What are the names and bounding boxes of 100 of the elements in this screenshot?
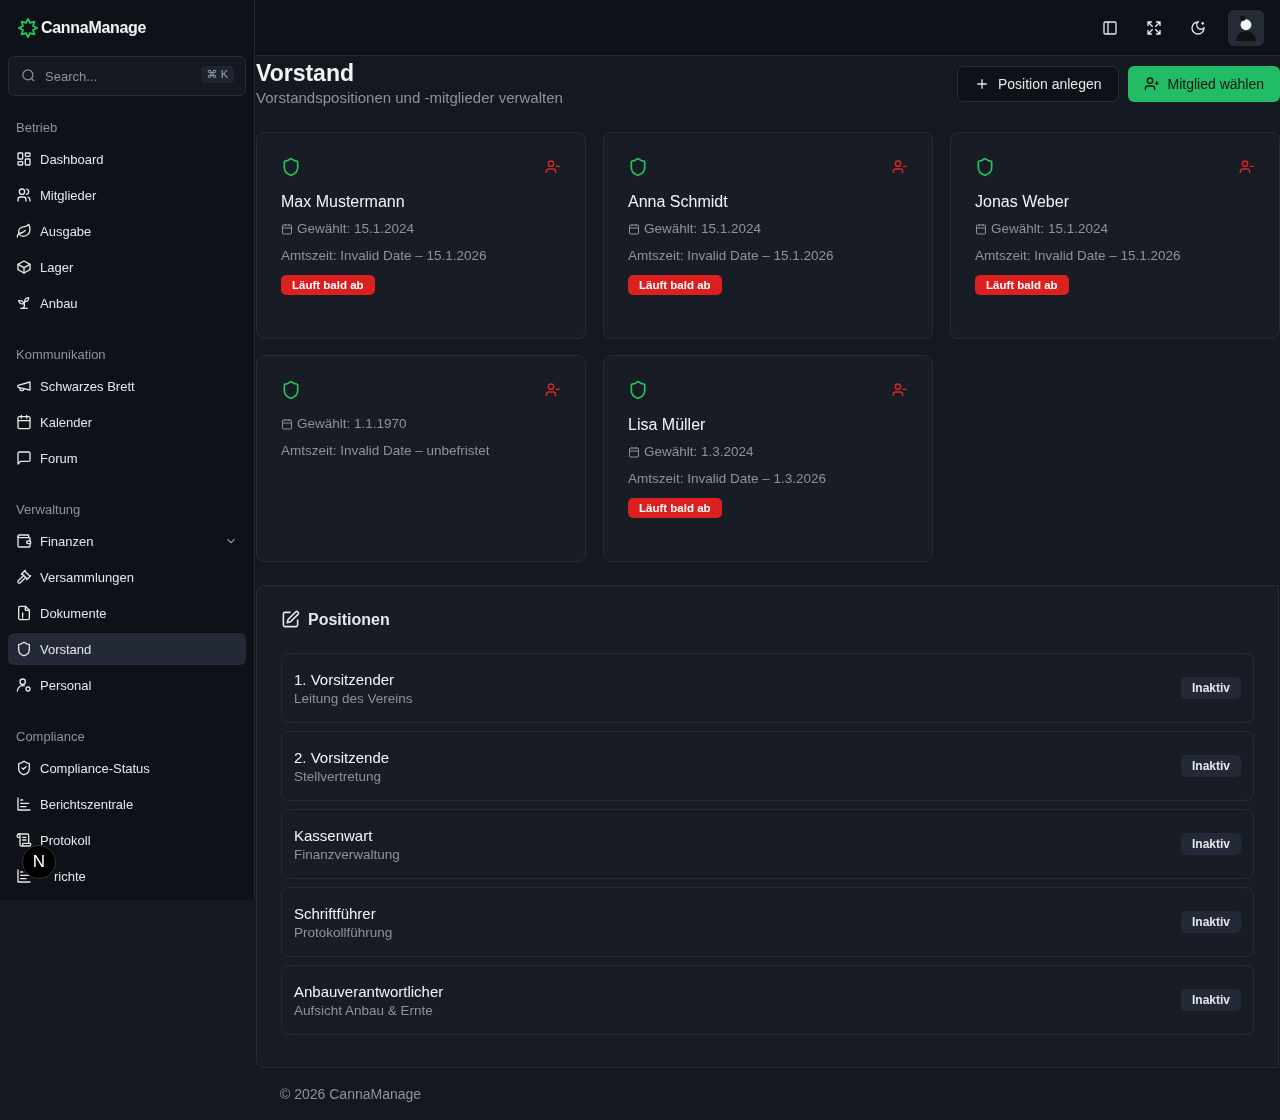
nav-section-title: Verwaltung: [15, 501, 82, 519]
elected-date: Gewählt: 15.1.2024: [991, 221, 1109, 236]
elected-date: Gewählt: 1.1.1970: [297, 416, 407, 431]
remove-user-icon[interactable]: [892, 382, 908, 398]
calendar-icon: [16, 414, 32, 430]
position-title: Schriftführer: [294, 904, 377, 922]
position-row[interactable]: Kassenwart Finanzverwaltung Inaktiv: [281, 809, 1254, 879]
elected-date: Gewählt: 15.1.2024: [297, 221, 415, 236]
shield-icon: [628, 157, 648, 177]
wallet-icon: [16, 533, 32, 549]
panel-title: Positionen: [308, 610, 390, 629]
chat-bubble-icon: [16, 450, 32, 466]
calendar-icon: [628, 222, 640, 235]
elected-date: Gewählt: 15.1.2024: [644, 221, 762, 236]
gavel-icon: [16, 569, 32, 585]
nav-item[interactable]: Lager: [8, 251, 246, 283]
position-title: 2. Vorsitzende: [294, 748, 390, 766]
page-title: Vorstand: [256, 60, 355, 87]
position-row[interactable]: Anbauverantwortlicher Aufsicht Anbau & Ernte Inaktiv: [281, 965, 1254, 1035]
position-description: Aufsicht Anbau & Ernte: [294, 1002, 434, 1018]
expiring-badge: Läuft bald ab: [628, 275, 722, 295]
position-title: Kassenwart: [294, 826, 374, 844]
position-title: Anbauverantwortlicher: [294, 982, 444, 1000]
remove-user-icon[interactable]: [545, 159, 561, 175]
remove-user-icon[interactable]: [1239, 159, 1255, 175]
expiring-badge: Läuft bald ab: [975, 275, 1069, 295]
nav-item[interactable]: Vorstand: [8, 633, 246, 665]
box-icon: [16, 259, 32, 275]
position-description: Protokollführung: [294, 924, 393, 940]
megaphone-icon: [16, 378, 32, 394]
expiring-badge: Läuft bald ab: [281, 275, 375, 295]
term-text: Amtszeit: Invalid Date – unbefristet: [281, 443, 490, 458]
file-icon: [16, 605, 32, 621]
dev-tools-badge[interactable]: N: [22, 845, 56, 879]
member-name: Jonas Weber: [975, 193, 1069, 211]
status-badge: Inaktiv: [1181, 755, 1241, 777]
shield-icon: [16, 641, 32, 657]
member-name: Lisa Müller: [628, 416, 706, 434]
position-description: Leitung des Vereins: [294, 690, 413, 706]
remove-user-icon[interactable]: [892, 159, 908, 175]
sidebar-toggle-icon[interactable]: [1102, 19, 1118, 36]
status-badge: Inaktiv: [1181, 677, 1241, 699]
calendar-icon: [628, 445, 640, 458]
search-icon: [21, 68, 36, 83]
shield-icon: [628, 380, 648, 400]
nav-item[interactable]: Ausgabe: [8, 215, 246, 247]
position-row[interactable]: Schriftführer Protokollführung Inaktiv: [281, 887, 1254, 957]
nav-item[interactable]: Mitglieder: [8, 179, 246, 211]
nav-item[interactable]: richte: [54, 868, 86, 884]
nav-item[interactable]: Kalender: [8, 406, 246, 438]
calendar-icon: [281, 222, 293, 235]
app-name: CannaManage: [41, 19, 147, 37]
moon-icon[interactable]: [1190, 19, 1206, 36]
calendar-icon: [281, 417, 293, 430]
nav-item[interactable]: Berichtszentrale: [8, 788, 246, 820]
page-subtitle: Vorstandspositionen und -mitglieder verwalten: [256, 89, 563, 106]
status-badge: Inaktiv: [1181, 911, 1241, 933]
grid-icon: [16, 151, 32, 167]
footer-text: © 2026 CannaManage: [279, 1085, 423, 1104]
user-plus-icon: [1143, 76, 1160, 92]
shield-icon: [281, 157, 301, 177]
nav-item[interactable]: Schwarzes Brett: [8, 370, 246, 402]
chart-icon: [16, 796, 32, 812]
elected-date: Gewählt: 1.3.2024: [644, 444, 754, 459]
nav-item[interactable]: Dokumente: [8, 597, 246, 629]
remove-user-icon[interactable]: [545, 382, 561, 398]
shield-icon: [281, 380, 301, 400]
nav-section-title: Kommunikation: [15, 346, 107, 364]
position-description: Stellvertretung: [294, 768, 383, 784]
position-description: Finanzverwaltung: [294, 846, 400, 862]
nav-item[interactable]: Finanzen: [8, 525, 246, 557]
select-member-button[interactable]: Mitglied wählen: [1127, 66, 1280, 102]
user-avatar[interactable]: [1228, 9, 1264, 46]
term-text: Amtszeit: Invalid Date – 15.1.2026: [628, 248, 834, 263]
nav-item[interactable]: Versammlungen: [8, 561, 246, 593]
sprout-icon: [16, 295, 32, 311]
position-row[interactable]: 1. Vorsitzender Leitung des Vereins Inaktiv: [281, 653, 1254, 723]
position-title: 1. Vorsitzender: [294, 670, 396, 688]
nav-item[interactable]: Forum: [8, 442, 246, 474]
calendar-icon: [975, 222, 987, 235]
nav-section-title: Compliance: [15, 728, 86, 746]
shield-check-icon: [16, 760, 32, 776]
leaf-icon: [16, 223, 32, 239]
shield-icon: [975, 157, 995, 177]
expiring-badge: Läuft bald ab: [628, 498, 722, 518]
nav-item[interactable]: Personal: [8, 669, 246, 701]
add-position-button[interactable]: Position anlegen: [956, 66, 1119, 102]
member-name: Anna Schmidt: [628, 193, 728, 211]
nav-section-title: Betrieb: [15, 119, 59, 137]
users-icon: [16, 187, 32, 203]
position-row[interactable]: 2. Vorsitzende Stellvertretung Inaktiv: [281, 731, 1254, 801]
term-text: Amtszeit: Invalid Date – 15.1.2026: [281, 248, 487, 263]
term-text: Amtszeit: Invalid Date – 1.3.2026: [628, 471, 827, 486]
nav-item[interactable]: Dashboard: [8, 143, 246, 175]
term-text: Amtszeit: Invalid Date – 15.1.2026: [975, 248, 1181, 263]
member-name: Max Mustermann: [281, 193, 405, 211]
fullscreen-icon[interactable]: [1146, 19, 1162, 36]
nav-item[interactable]: Compliance-Status: [8, 752, 246, 784]
status-badge: Inaktiv: [1181, 989, 1241, 1011]
nav-item[interactable]: Anbau: [8, 287, 246, 319]
